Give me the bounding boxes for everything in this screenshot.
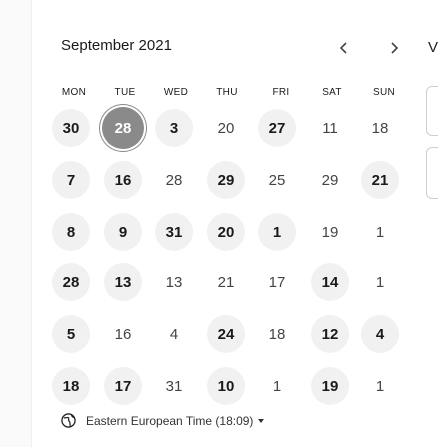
day-cell: 1 xyxy=(272,377,282,395)
timezone-label: Eastern European Time (18:09) xyxy=(86,413,254,428)
chevron-left-icon xyxy=(339,42,347,54)
day-cell-available[interactable]: 19 xyxy=(311,367,349,405)
time-slot-button[interactable] xyxy=(426,86,438,136)
day-cell: 16 xyxy=(114,325,132,343)
day-cell-available[interactable]: 21 xyxy=(361,161,399,199)
cut-off-text: V xyxy=(428,39,438,56)
day-cell: 20 xyxy=(217,119,235,137)
time-slot-button[interactable] xyxy=(426,147,438,199)
day-cell-available[interactable]: 8 xyxy=(52,213,90,251)
day-cell: 31 xyxy=(165,377,183,395)
next-month-button[interactable] xyxy=(381,36,407,60)
day-cell-available[interactable]: 12 xyxy=(311,315,349,353)
day-cell: 1 xyxy=(375,377,385,395)
day-cell-available[interactable]: 13 xyxy=(104,263,142,301)
day-cell: 4 xyxy=(169,325,179,343)
day-cell-available[interactable]: 18 xyxy=(52,367,90,405)
day-cell-available[interactable]: 3 xyxy=(155,109,193,147)
day-cell: 19 xyxy=(321,223,339,241)
globe-icon xyxy=(61,413,76,428)
timezone-selector[interactable]: Eastern European Time (18:09) xyxy=(61,413,265,428)
chevron-right-icon xyxy=(391,42,399,54)
day-cell-available[interactable]: 16 xyxy=(104,161,142,199)
day-cell-available[interactable]: 24 xyxy=(207,315,245,353)
prev-month-button[interactable] xyxy=(331,36,357,60)
day-cell-available[interactable]: 28 xyxy=(52,263,90,301)
weekday-label: THU xyxy=(216,87,238,98)
weekday-label: WED xyxy=(163,87,189,98)
day-cell: 11 xyxy=(322,119,338,137)
day-cell-available[interactable]: 10 xyxy=(207,367,245,405)
weekday-label: MON xyxy=(61,87,87,98)
weekday-label: FRI xyxy=(272,87,290,98)
day-cell: 1 xyxy=(375,273,385,291)
day-cell-available[interactable]: 27 xyxy=(258,109,296,147)
day-cell: 18 xyxy=(268,325,286,343)
day-cell-available[interactable]: 7 xyxy=(52,161,90,199)
day-cell-available[interactable]: 17 xyxy=(104,367,142,405)
day-cell-available[interactable]: 29 xyxy=(207,161,245,199)
day-cell: 17 xyxy=(268,273,286,291)
weekday-label: SUN xyxy=(372,87,395,98)
day-cell: 28 xyxy=(165,171,183,189)
month-label: September 2021 xyxy=(61,37,172,54)
day-cell-selected[interactable]: 28 xyxy=(102,107,144,149)
day-cell: 18 xyxy=(371,119,389,137)
day-cell-available[interactable]: 31 xyxy=(155,213,193,251)
day-cell: 1 xyxy=(375,223,385,241)
day-cell-available[interactable]: 5 xyxy=(52,315,90,353)
day-cell-available[interactable]: 30 xyxy=(52,109,90,147)
day-cell-available[interactable]: 4 xyxy=(361,315,399,353)
day-cell-available[interactable]: 1 xyxy=(258,213,296,251)
day-cell-available[interactable]: 9 xyxy=(104,213,142,251)
day-cell-available[interactable]: 14 xyxy=(311,263,349,301)
left-panel-edge xyxy=(0,0,32,447)
day-cell-available[interactable]: 20 xyxy=(207,213,245,251)
day-cell: 13 xyxy=(165,273,183,291)
weekday-label: TUE xyxy=(114,87,136,98)
caret-down-icon xyxy=(258,418,265,423)
day-cell: 25 xyxy=(268,171,286,189)
day-cell: 29 xyxy=(321,171,339,189)
day-cell: 21 xyxy=(217,273,235,291)
weekday-label: SAT xyxy=(322,87,342,98)
